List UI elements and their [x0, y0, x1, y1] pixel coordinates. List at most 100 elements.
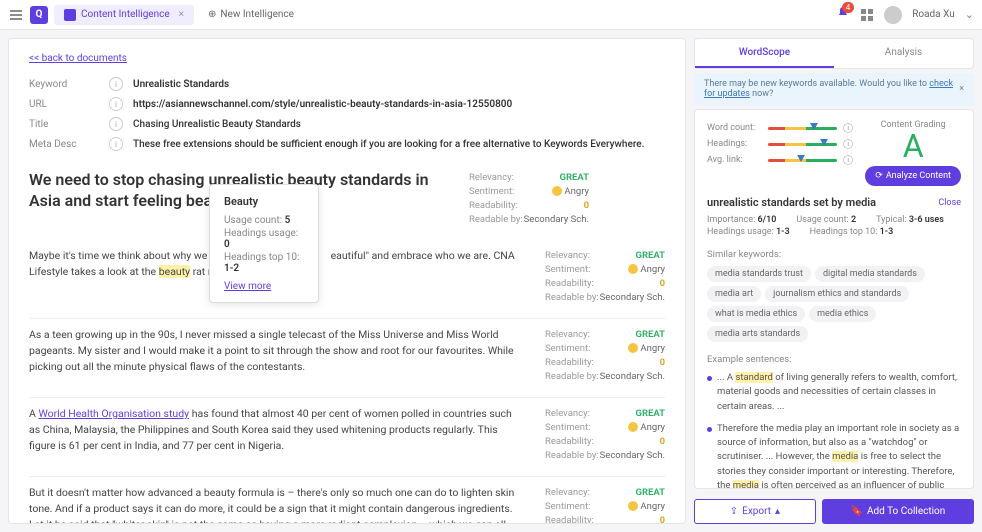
meta-value: These free extensions should be sufficie… [133, 139, 644, 150]
keyword-chip[interactable]: what is media ethics [707, 306, 805, 322]
slider-headings: Headings: i [707, 136, 853, 152]
meta-row-desc: Meta Desc i These free extensions should… [29, 134, 665, 154]
kstat: Usage count: 2 [796, 215, 856, 225]
slider-track[interactable] [768, 143, 837, 146]
example-sentence: ... A standard of living generally refer… [707, 371, 961, 414]
kstat: Headings top 10: 1-3 [810, 227, 894, 237]
topbar-right: 4 Roada Xu ⌄ [836, 6, 974, 24]
new-tab-label: New Intelligence [220, 9, 294, 20]
metrics-block: Relevancy:GREAT Sentiment:Angry Readabil… [545, 248, 665, 304]
keyword-stats: Importance: 6/10 Usage count: 2 Typical:… [707, 215, 961, 237]
slider-track[interactable] [768, 127, 837, 130]
chevron-up-icon: ▴ [775, 506, 780, 517]
app-logo[interactable]: Q [30, 6, 48, 24]
grading-section: Word count: i Headings: i Avg. link: i [707, 120, 961, 186]
meta-table: Keyword i Unrealistic Standards URL i ht… [29, 74, 665, 154]
close-icon[interactable]: × [959, 84, 964, 94]
bookmark-icon: 🔖 [851, 506, 863, 517]
close-icon[interactable]: × [179, 9, 184, 20]
article-text: But it doesn't matter how advanced a bea… [29, 485, 525, 524]
chevron-down-icon[interactable]: ⌄ [965, 8, 974, 21]
tab-analysis[interactable]: Analysis [834, 39, 973, 68]
chips-container: media standards trustdigital media stand… [707, 266, 961, 342]
article-block: But it doesn't matter how advanced a bea… [29, 476, 665, 524]
keyword-tooltip: Beauty Usage count: 5 Headings usage: 0 … [209, 184, 319, 303]
metrics-block: Relevancy:GREAT Sentiment:Angry Readabil… [545, 485, 665, 524]
meta-label: Title [29, 119, 109, 130]
keyword-chip[interactable]: media art [707, 286, 761, 302]
close-keyword-link[interactable]: Close [938, 198, 961, 208]
info-icon[interactable]: i [843, 139, 853, 149]
tooltip-title: Beauty [224, 195, 304, 208]
meta-value: https://asiannewschannel.com/style/unrea… [133, 99, 512, 110]
export-button[interactable]: ⇪Export▴ [694, 499, 816, 524]
menu-icon[interactable] [8, 7, 24, 23]
info-icon[interactable]: i [109, 137, 123, 151]
keyword-chip[interactable]: journalism ethics and standards [765, 286, 909, 302]
grade-value: A [865, 130, 961, 162]
similar-keywords-label: Similar keywords: [707, 249, 961, 260]
refresh-icon: ⟳ [875, 171, 883, 181]
meta-label: Keyword [29, 79, 109, 90]
user-name: Roada Xu [912, 9, 955, 20]
metrics-block: Relevancy:GREAT Sentiment:Angry Readabil… [545, 406, 665, 462]
keyword-chip[interactable]: media standards trust [707, 266, 811, 282]
keyword-header: unrealistic standards set by media Close [707, 196, 961, 209]
analyze-content-button[interactable]: ⟳Analyze Content [865, 166, 961, 186]
slider-track[interactable] [768, 159, 837, 162]
topbar-left: Q Content Intelligence × ⊕ New Intellige… [8, 5, 302, 25]
content-panel: << back to documents Keyword i Unrealist… [8, 38, 686, 524]
article-block: Maybe it's time we think about why we fr… [29, 240, 665, 304]
view-more-link[interactable]: View more [224, 281, 304, 292]
new-intelligence-button[interactable]: ⊕ New Intelligence [200, 5, 302, 24]
tab-label: Content Intelligence [81, 9, 170, 20]
article-text: A World Health Organisation study has fo… [29, 406, 525, 462]
grid-icon[interactable] [860, 8, 874, 22]
kstat: Importance: 6/10 [707, 215, 776, 225]
meta-value: Unrealistic Standards [133, 79, 229, 90]
tab-wordscope[interactable]: WordScope [695, 39, 834, 68]
tab-icon [64, 9, 76, 21]
export-icon: ⇪ [730, 506, 738, 517]
info-icon[interactable]: i [843, 123, 853, 133]
bottom-actions: ⇪Export▴ 🔖Add To Collection [694, 499, 974, 524]
title-row: We need to stop chasing unrealistic beau… [29, 154, 665, 226]
topbar: Q Content Intelligence × ⊕ New Intellige… [0, 0, 982, 30]
main: << back to documents Keyword i Unrealist… [0, 30, 982, 532]
example-sentences-label: Example sentences: [707, 354, 961, 365]
meta-row-keyword: Keyword i Unrealistic Standards [29, 74, 665, 94]
metrics-block: Relevancy:GREAT Sentiment:Angry Readabil… [469, 170, 589, 226]
info-icon[interactable]: i [843, 155, 853, 165]
info-icon[interactable]: i [109, 117, 123, 131]
tab-content-intelligence[interactable]: Content Intelligence × [54, 5, 194, 25]
meta-row-title: Title i Chasing Unrealistic Beauty Stand… [29, 114, 665, 134]
meta-label: URL [29, 99, 109, 110]
article-block: As a teen growing up in the 90s, I never… [29, 318, 665, 383]
meta-label: Meta Desc [29, 139, 109, 150]
notice-text: There may be new keywords available. Wou… [704, 79, 959, 99]
keyword-chip[interactable]: digital media standards [815, 266, 925, 282]
meta-value: Chasing Unrealistic Beauty Standards [133, 119, 301, 130]
back-to-documents-link[interactable]: << back to documents [29, 53, 127, 64]
keyword-chip[interactable]: media arts standards [707, 326, 808, 342]
grading-box: Content Grading A ⟳Analyze Content [865, 120, 961, 186]
sidebar-tabs: WordScope Analysis [694, 38, 974, 69]
notification-badge: 4 [842, 2, 855, 13]
kstat: Headings usage: 1-3 [707, 227, 790, 237]
article-text: As a teen growing up in the 90s, I never… [29, 327, 525, 383]
keyword-chip[interactable]: media ethics [809, 306, 876, 322]
kstat: Typical: 3-6 uses [876, 215, 944, 225]
info-icon[interactable]: i [109, 97, 123, 111]
notifications-button[interactable]: 4 [836, 6, 850, 23]
add-to-collection-button[interactable]: 🔖Add To Collection [822, 499, 974, 524]
wordscope-panel: Word count: i Headings: i Avg. link: i [694, 109, 974, 489]
slider-wordcount: Word count: i [707, 120, 853, 136]
info-icon[interactable]: i [109, 77, 123, 91]
meta-row-url: URL i https://asiannewschannel.com/style… [29, 94, 665, 114]
slider-avglink: Avg. link: i [707, 152, 853, 168]
sidebar: WordScope Analysis There may be new keyw… [694, 38, 974, 524]
who-study-link[interactable]: World Health Organisation study [38, 407, 189, 420]
keyword-title: unrealistic standards set by media [707, 196, 876, 209]
avatar[interactable] [884, 6, 902, 24]
plus-icon: ⊕ [208, 9, 216, 20]
